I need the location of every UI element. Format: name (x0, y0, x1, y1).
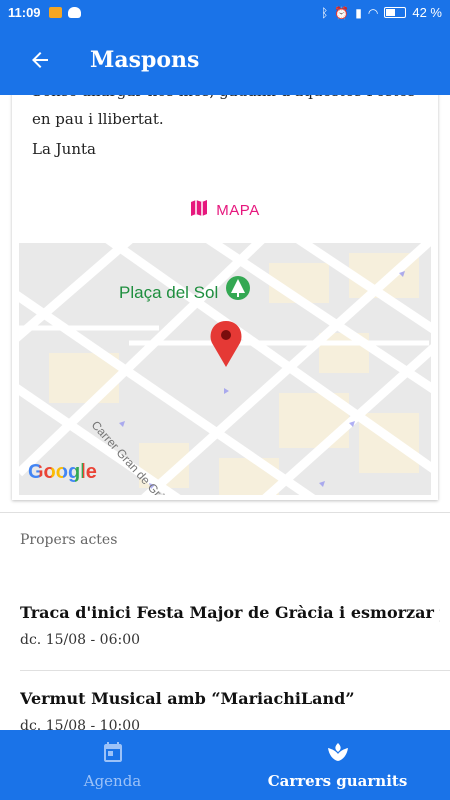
article-signature: La Junta (32, 140, 96, 158)
battery-icon (384, 7, 407, 18)
battery-level: 42 % (412, 5, 442, 20)
event-detail-card: Sense allargar-nos més, gaudim d'aqueste… (12, 70, 438, 500)
section-divider (0, 512, 450, 513)
bluetooth-icon: ᛒ (321, 5, 329, 20)
upcoming-section-title: Propers actes (20, 532, 118, 548)
map-view[interactable]: Plaça del Sol Carrer Gran de Gràcia Goog… (19, 243, 431, 495)
nav-label: Carrers guarnits (267, 772, 408, 790)
bottom-navigation: Agenda Carrers guarnits (0, 730, 450, 800)
map-button-label: MAPA (216, 201, 260, 219)
flower-icon (327, 743, 348, 761)
page-title: Maspons (90, 47, 200, 73)
map-tiles (19, 243, 431, 495)
app-bar: Maspons (0, 25, 450, 95)
alarm-icon: ⏰ (334, 5, 350, 20)
nav-label: Agenda (83, 772, 142, 790)
arrow-back-icon (32, 52, 48, 68)
app-notification-icon (67, 7, 81, 18)
nav-item-agenda[interactable]: Agenda (0, 730, 225, 800)
status-time: 11:09 (8, 5, 41, 20)
wifi-icon: ◠ (367, 5, 379, 20)
google-attribution: Google (28, 461, 97, 484)
map-button[interactable]: MAPA (12, 198, 438, 222)
article-text-line: en pau i llibertat. (32, 110, 164, 128)
notification-icon (48, 7, 62, 18)
event-divider (20, 670, 450, 671)
event-item[interactable]: Traca d'inici Festa Major de Gràcia i es… (20, 603, 440, 648)
event-title: Vermut Musical amb “MariachiLand” (20, 689, 355, 708)
map-place-label: Plaça del Sol (119, 283, 219, 302)
back-button[interactable] (0, 25, 80, 95)
calendar-icon (103, 742, 122, 762)
map-icon (190, 199, 208, 221)
event-date: dc. 15/08 - 06:00 (20, 632, 141, 648)
google-logo-text: Google (28, 461, 97, 483)
nav-item-carrers-guarnits[interactable]: Carrers guarnits (225, 730, 450, 800)
status-bar: 11:09 ᛒ ⏰ ▮ ◠ 42 % (0, 0, 450, 25)
signal-icon: ▮ (355, 5, 362, 20)
event-title: Traca d'inici Festa Major de Gràcia i es… (20, 603, 440, 622)
event-item[interactable]: Vermut Musical amb “MariachiLand” dc. 15… (20, 689, 440, 734)
